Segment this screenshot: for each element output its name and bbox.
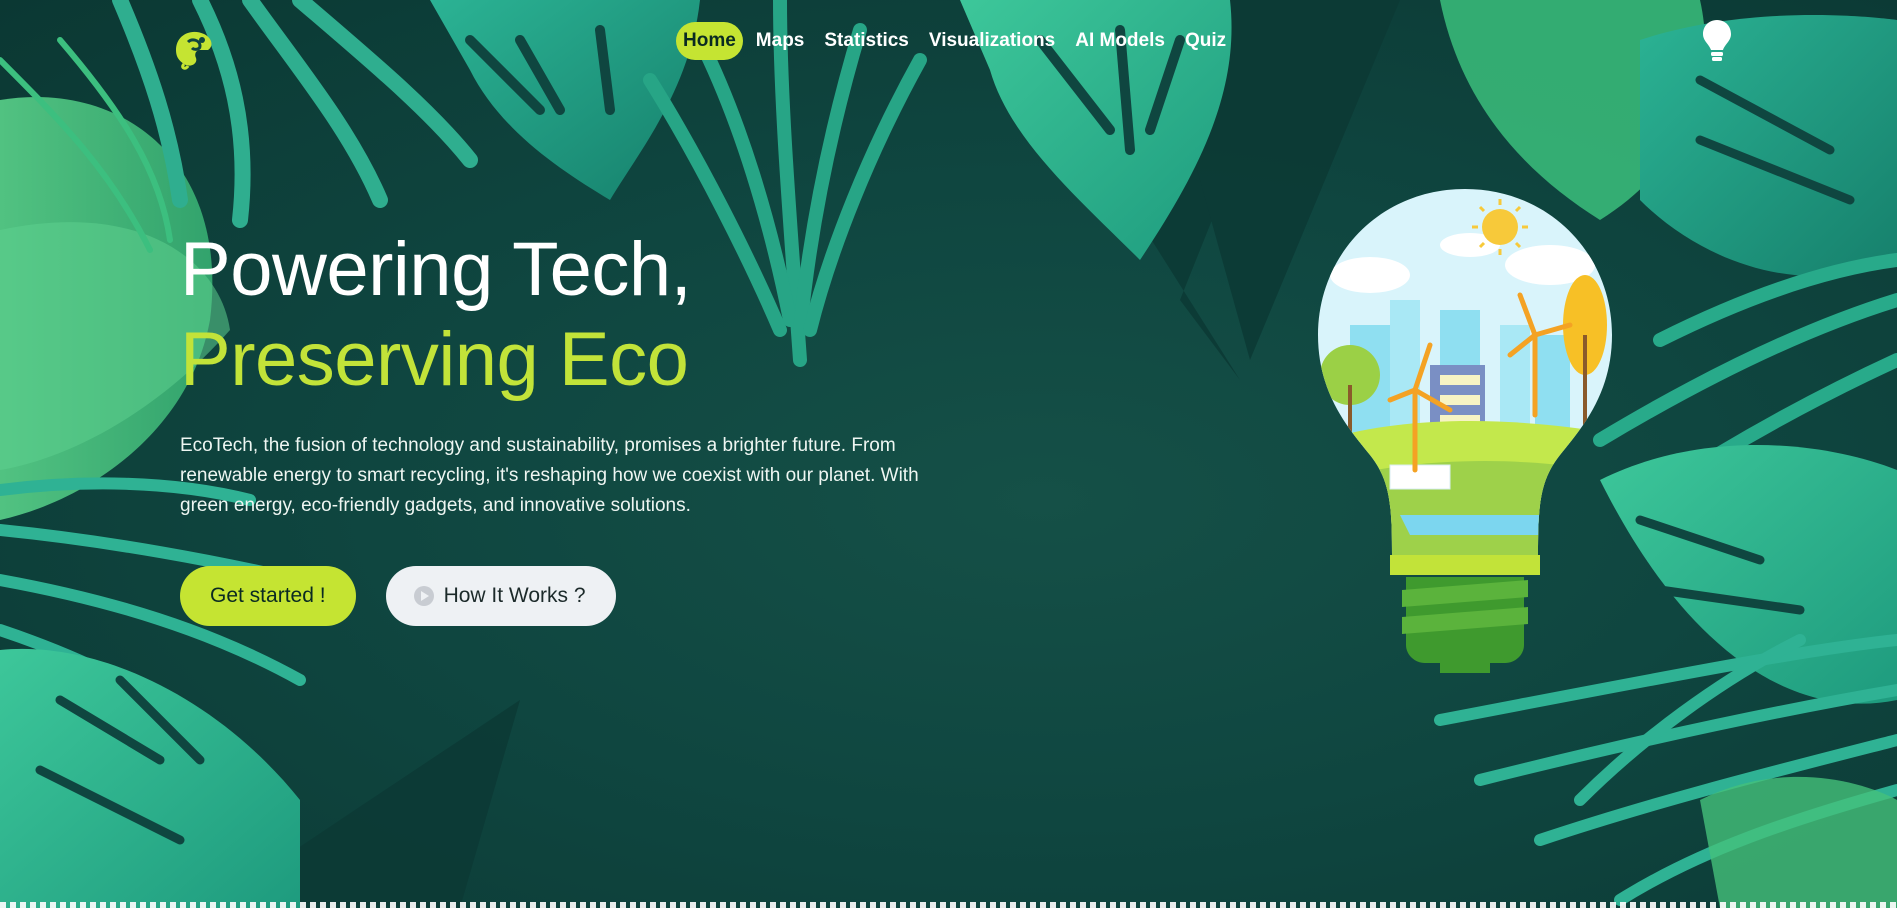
get-started-button[interactable]: Get started ! — [180, 566, 356, 626]
nav-link-home[interactable]: Home — [676, 22, 743, 60]
nav-link-statistics[interactable]: Statistics — [817, 22, 915, 60]
hero-section: Powering Tech, Preserving Eco EcoTech, t… — [180, 225, 940, 540]
hero-description: EcoTech, the fusion of technology and su… — [180, 435, 919, 516]
how-it-works-label: How It Works ? — [443, 584, 586, 607]
nav-link-maps[interactable]: Maps — [749, 22, 812, 60]
bottom-edge-border — [0, 902, 1897, 908]
how-it-works-button[interactable]: How It Works ? — [385, 566, 616, 626]
hero-headline-line1: Powering Tech, — [180, 227, 692, 312]
nav-link-ai-models[interactable]: AI Models — [1068, 22, 1172, 60]
main-navigation: Home Maps Statistics Visualizations AI M… — [676, 22, 1233, 60]
play-circle-icon — [413, 586, 434, 606]
nav-link-visualizations[interactable]: Visualizations — [922, 22, 1062, 60]
nav-link-quiz[interactable]: Quiz — [1178, 22, 1233, 60]
eco-city-lightbulb-illustration — [1318, 189, 1612, 673]
hero-cta-group: Get started ! How It Works ? — [180, 566, 616, 626]
hero-headline-line2: Preserving Eco — [180, 317, 689, 402]
lightbulb-icon[interactable] — [1700, 18, 1734, 64]
top-navbar: Home Maps Statistics Visualizations AI M… — [0, 0, 1897, 86]
chameleon-logo-icon[interactable] — [166, 20, 218, 72]
